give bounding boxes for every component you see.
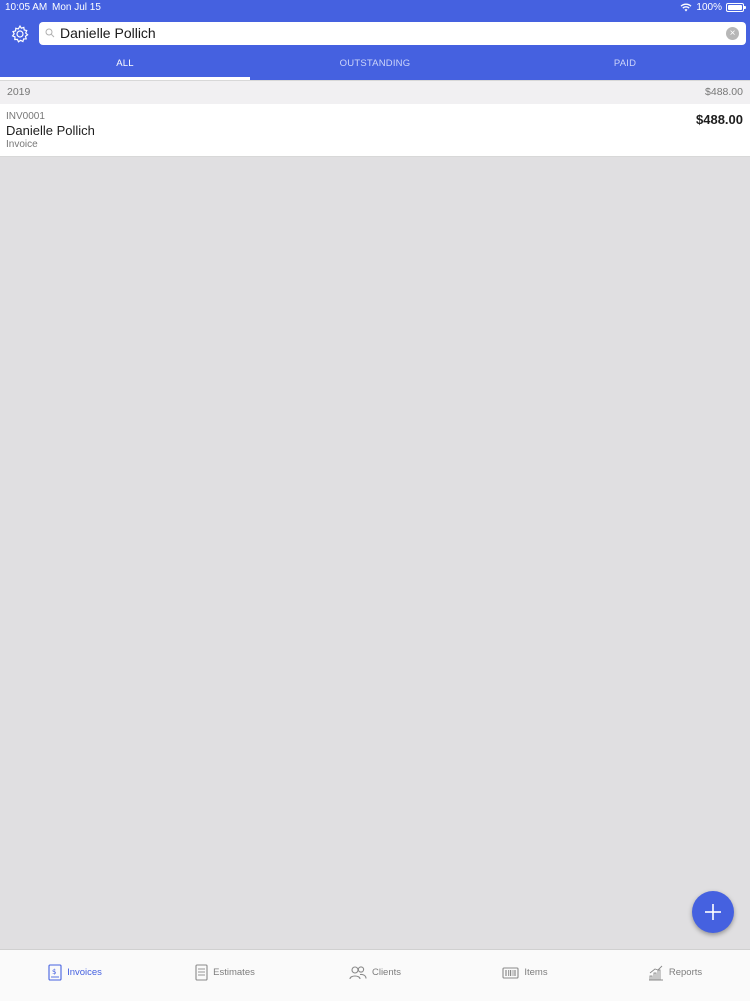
nav-items-label: Items [524,967,548,978]
add-invoice-button[interactable] [692,891,734,933]
nav-invoices-label: Invoices [67,967,102,978]
items-icon [502,966,519,979]
invoice-client: Danielle Pollich [6,123,95,138]
tab-paid[interactable]: PAID [500,50,750,80]
nav-clients-label: Clients [371,967,402,978]
gear-icon[interactable] [10,24,30,44]
reports-icon [648,965,663,980]
status-date: Mon Jul 15 [52,2,101,13]
section-header-2019: 2019 $488.00 [0,80,750,105]
status-time: 10:05 AM [5,2,48,13]
status-bar: 10:05 AM Mon Jul 15 100% [0,0,750,16]
status-right: 100% [680,2,746,13]
svg-text:$: $ [52,968,56,976]
invoice-type: Invoice [6,139,38,150]
search-icon [45,28,55,38]
nav-reports[interactable]: Reports [600,950,750,1001]
battery-icon [726,3,746,12]
tab-all[interactable]: ALL [0,50,250,80]
tab-outstanding[interactable]: OUTSTANDING [250,50,500,80]
invoice-icon: $ [48,964,62,981]
bottom-tab-bar: $ Invoices Estimates Clients Items Repor… [0,949,750,1001]
battery-percent: 100% [696,2,722,13]
nav-invoices[interactable]: $ Invoices [0,950,150,1001]
clients-icon [349,966,367,980]
section-total: $488.00 [705,86,743,98]
section-year: 2019 [7,86,31,98]
search-input[interactable]: Danielle Pollich [60,25,156,41]
invoice-amount: $488.00 [696,112,743,127]
top-bar: 10:05 AM Mon Jul 15 100% Danielle Pollic… [0,0,750,80]
nav-estimates-label: Estimates [213,967,255,978]
nav-items[interactable]: Items [450,950,600,1001]
invoice-number: INV0001 [6,111,45,122]
filter-tabs: ALL OUTSTANDING PAID [0,50,750,80]
clear-search-icon[interactable]: × [726,27,739,40]
invoice-row[interactable]: INV0001 Danielle Pollich Invoice $488.00 [0,104,750,157]
plus-icon [705,904,721,920]
estimate-icon [195,964,208,981]
nav-reports-label: Reports [668,967,703,978]
search-field[interactable]: Danielle Pollich × [39,22,746,45]
nav-clients[interactable]: Clients [300,950,450,1001]
wifi-icon [680,3,692,12]
nav-estimates[interactable]: Estimates [150,950,300,1001]
